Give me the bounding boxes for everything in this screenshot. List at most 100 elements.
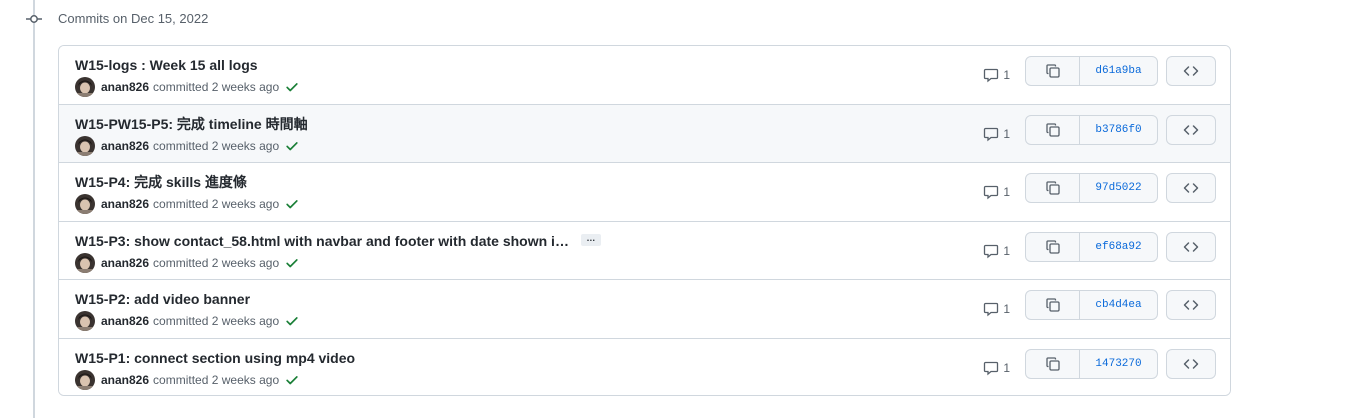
commit-row: W15-P3: show contact_58.html with navbar… <box>59 221 1230 280</box>
check-icon[interactable] <box>285 197 299 211</box>
sha-button-group: cb4d4ea <box>1025 290 1158 320</box>
browse-repo-button[interactable] <box>1166 56 1216 86</box>
sha-button-group: 97d5022 <box>1025 173 1158 203</box>
author-avatar[interactable] <box>75 252 95 273</box>
commit-row: W15-logs : Week 15 all logs anan826 comm… <box>59 46 1230 105</box>
comments-link[interactable]: 1 <box>983 360 1010 376</box>
comment-count: 1 <box>1003 243 1010 258</box>
sha-button-group: ef68a92 <box>1025 231 1158 262</box>
commit-time[interactable]: 2 weeks ago <box>212 80 279 94</box>
copy-sha-button[interactable] <box>1026 349 1080 378</box>
commit-meta: anan826 committed 2 weeks ago <box>75 369 299 390</box>
commit-time[interactable]: 2 weeks ago <box>212 139 279 153</box>
comment-icon <box>984 361 999 375</box>
comments-link[interactable]: 1 <box>983 301 1010 317</box>
commit-title-link[interactable]: W15-logs : Week 15 all logs <box>75 57 258 73</box>
commit-meta: anan826 committed 2 weeks ago <box>75 77 299 97</box>
comment-icon <box>984 127 999 141</box>
copy-icon <box>1045 239 1060 254</box>
commit-title-link[interactable]: W15-PW15-P5: 完成 timeline 時間軸 <box>75 116 308 132</box>
author-avatar[interactable] <box>75 311 95 331</box>
author-avatar[interactable] <box>75 135 95 156</box>
commit-row: W15-P1: connect section using mp4 video … <box>59 338 1230 395</box>
browse-repo-button[interactable] <box>1166 173 1216 203</box>
sha-button-group: d61a9ba <box>1025 56 1158 86</box>
commit-time[interactable]: 2 weeks ago <box>212 256 279 270</box>
code-icon <box>1183 358 1199 369</box>
commit-meta: anan826 committed 2 weeks ago <box>75 311 299 331</box>
author-avatar[interactable] <box>75 369 95 390</box>
code-icon <box>1183 241 1199 252</box>
sha-button-group: 1473270 <box>1025 348 1158 379</box>
check-icon[interactable] <box>285 80 299 94</box>
code-icon <box>1183 66 1199 76</box>
copy-icon <box>1045 122 1060 137</box>
commit-sha-link[interactable]: cb4d4ea <box>1080 291 1157 319</box>
browse-repo-button[interactable] <box>1166 290 1216 320</box>
author-link[interactable]: anan826 <box>101 256 149 270</box>
commit-action-text: committed <box>153 138 209 153</box>
comment-count: 1 <box>1003 68 1010 82</box>
copy-sha-button[interactable] <box>1026 232 1080 261</box>
comments-link[interactable]: 1 <box>983 184 1010 200</box>
author-avatar[interactable] <box>75 194 95 214</box>
check-icon[interactable] <box>285 256 299 270</box>
commit-time[interactable]: 2 weeks ago <box>212 314 279 328</box>
author-link[interactable]: anan826 <box>101 139 149 153</box>
comments-link[interactable]: 1 <box>983 67 1010 83</box>
comment-count: 1 <box>1003 360 1010 375</box>
copy-sha-button[interactable] <box>1026 291 1080 319</box>
comment-icon <box>984 244 999 258</box>
commit-title-link[interactable]: W15-P3: show contact_58.html with navbar… <box>75 233 569 249</box>
copy-icon <box>1045 298 1060 312</box>
commit-time[interactable]: 2 weeks ago <box>212 197 279 211</box>
browse-repo-button[interactable] <box>1166 348 1216 379</box>
author-link[interactable]: anan826 <box>101 80 149 94</box>
comment-icon <box>984 68 999 83</box>
author-link[interactable]: anan826 <box>101 373 149 387</box>
commit-node-icon <box>26 15 42 23</box>
commits-date-heading: Commits on Dec 15, 2022 <box>58 11 209 26</box>
check-icon[interactable] <box>285 373 299 387</box>
commit-title-link[interactable]: W15-P1: connect section using mp4 video <box>75 350 355 366</box>
check-icon[interactable] <box>285 314 299 328</box>
expand-message-button[interactable]: … <box>580 233 601 246</box>
author-link[interactable]: anan826 <box>101 314 149 328</box>
commit-action-text: committed <box>153 255 209 270</box>
commit-row: W15-PW15-P5: 完成 timeline 時間軸 anan826 com… <box>59 104 1230 163</box>
commit-meta: anan826 committed 2 weeks ago <box>75 194 299 214</box>
commit-sha-link[interactable]: 1473270 <box>1080 350 1157 378</box>
commit-title-link[interactable]: W15-P2: add video banner <box>75 291 250 307</box>
comment-icon <box>984 302 999 317</box>
copy-sha-button[interactable] <box>1026 174 1080 202</box>
comments-link[interactable]: 1 <box>983 126 1010 142</box>
timeline-line <box>33 0 35 418</box>
author-avatar[interactable] <box>75 77 95 97</box>
sha-button-group: b3786f0 <box>1025 114 1158 145</box>
commit-list: W15-logs : Week 15 all logs anan826 comm… <box>58 45 1231 396</box>
commit-row: W15-P2: add video banner anan826 committ… <box>59 280 1230 339</box>
comment-icon <box>984 185 999 200</box>
comments-link[interactable]: 1 <box>983 243 1010 259</box>
copy-icon <box>1045 64 1060 78</box>
commit-action-text: committed <box>153 197 209 211</box>
code-icon <box>1183 183 1199 193</box>
commit-title-link[interactable]: W15-P4: 完成 skills 進度條 <box>75 174 247 190</box>
browse-repo-button[interactable] <box>1166 114 1216 145</box>
author-link[interactable]: anan826 <box>101 197 149 211</box>
copy-sha-button[interactable] <box>1026 115 1080 144</box>
copy-icon <box>1045 181 1060 195</box>
copy-sha-button[interactable] <box>1026 57 1080 85</box>
commit-action-text: committed <box>153 314 209 328</box>
copy-icon <box>1045 356 1060 371</box>
commit-sha-link[interactable]: 97d5022 <box>1080 174 1157 202</box>
commit-action-text: committed <box>153 80 209 94</box>
commit-time[interactable]: 2 weeks ago <box>212 373 279 387</box>
browse-repo-button[interactable] <box>1166 231 1216 262</box>
commit-sha-link[interactable]: ef68a92 <box>1080 233 1157 261</box>
commit-action-text: committed <box>153 372 209 387</box>
commit-sha-link[interactable]: d61a9ba <box>1080 57 1157 85</box>
commit-sha-link[interactable]: b3786f0 <box>1080 116 1157 144</box>
comment-count: 1 <box>1003 185 1010 199</box>
check-icon[interactable] <box>285 139 299 153</box>
